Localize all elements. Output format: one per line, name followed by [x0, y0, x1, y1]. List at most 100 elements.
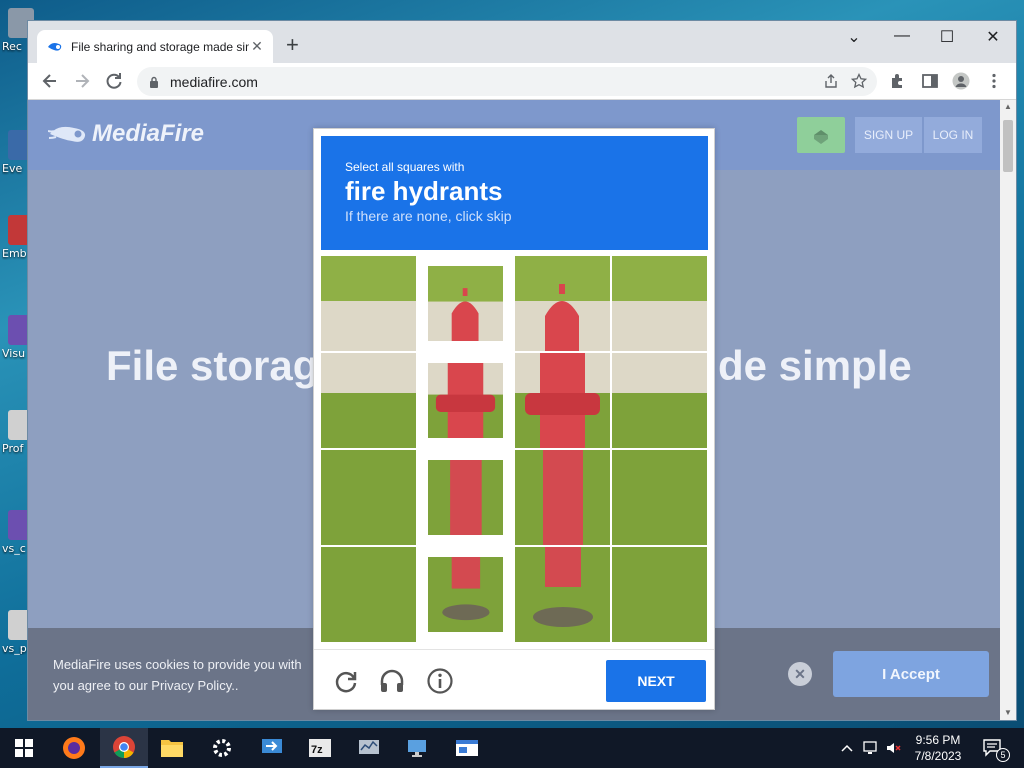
captcha-tile[interactable]: [321, 256, 416, 351]
computer-taskbar-item[interactable]: [394, 728, 442, 768]
bookmark-star-icon[interactable]: [851, 73, 867, 89]
tab-mediafire[interactable]: File sharing and storage made simple ✕: [37, 30, 273, 63]
captcha-tile-image: [428, 363, 503, 438]
captcha-tile-selected[interactable]: [418, 353, 513, 448]
new-tab-button[interactable]: +: [286, 32, 299, 58]
captcha-tile-image: [515, 547, 610, 642]
upload-button[interactable]: [797, 117, 845, 153]
windows-taskbar: 7z 9:56 PM 7/8/2023 5: [0, 728, 1024, 768]
extensions-icon[interactable]: [889, 72, 907, 90]
maximize-button[interactable]: ☐: [924, 27, 970, 47]
mediafire-flame-icon: [48, 126, 86, 142]
network-monitor-taskbar-item[interactable]: [345, 728, 393, 768]
tab-title: File sharing and storage made simple: [71, 39, 249, 54]
captcha-tile[interactable]: [515, 353, 610, 448]
captcha-tile[interactable]: [515, 450, 610, 545]
captcha-tile[interactable]: [321, 450, 416, 545]
info-icon[interactable]: [426, 667, 454, 695]
settings-gear-icon: [213, 739, 231, 757]
file-explorer-icon: [161, 740, 183, 757]
captcha-tile-selected[interactable]: [418, 450, 513, 545]
captcha-tile-image: [612, 353, 707, 448]
captcha-tile[interactable]: [612, 256, 707, 351]
hero-heading-left: File storag: [106, 342, 319, 389]
remote-desktop-taskbar-item[interactable]: [248, 728, 296, 768]
lock-icon: [150, 76, 158, 88]
captcha-tile-image: [321, 547, 416, 642]
reload-icon[interactable]: [104, 71, 124, 91]
scroll-down-icon[interactable]: ▼: [1000, 706, 1016, 720]
minimize-button[interactable]: —: [879, 27, 925, 45]
captcha-tile-image: [428, 266, 503, 341]
cookie-text: MediaFire uses cookies to provide you wi…: [53, 657, 302, 693]
7zip-icon: 7z: [309, 739, 331, 757]
share-icon[interactable]: [823, 73, 839, 89]
hero-heading-right: de simple: [718, 342, 912, 389]
clock-time: 9:56 PM: [915, 733, 961, 747]
cookie-accept-button[interactable]: I Accept: [833, 651, 989, 697]
captcha-tile[interactable]: [612, 450, 707, 545]
volume-muted-icon[interactable]: [885, 740, 903, 756]
captcha-hint: If there are none, click skip: [345, 208, 512, 224]
7zip-taskbar-item[interactable]: 7z: [296, 728, 344, 768]
firefox-icon: [63, 737, 85, 759]
notification-count-badge: 5: [996, 748, 1010, 762]
captcha-tile-image: [612, 256, 707, 351]
network-icon[interactable]: [862, 740, 880, 756]
mediafire-logo[interactable]: MediaFire: [48, 120, 204, 148]
sign-up-button[interactable]: SIGN UP: [855, 117, 922, 153]
page-scrollbar[interactable]: ▲ ▼: [1000, 100, 1016, 720]
log-in-button[interactable]: LOG IN: [924, 117, 982, 153]
captcha-tile-image: [515, 450, 610, 545]
notification-center-button[interactable]: 5: [982, 738, 1010, 762]
firefox-taskbar-item[interactable]: [50, 728, 98, 768]
captcha-tile[interactable]: [321, 547, 416, 642]
settings-taskbar-item[interactable]: [198, 728, 246, 768]
audio-challenge-icon[interactable]: [378, 667, 406, 695]
upload-icon: [814, 130, 828, 144]
captcha-tile[interactable]: [515, 547, 610, 642]
recaptcha-challenge: Select all squares with fire hydrants If…: [313, 128, 715, 710]
tab-search-icon[interactable]: ⌄: [831, 27, 877, 47]
captcha-tile-image: [515, 353, 610, 448]
chrome-taskbar-item[interactable]: [100, 728, 148, 768]
captcha-tile-selected[interactable]: [418, 256, 513, 351]
system-clock[interactable]: 9:56 PM 7/8/2023: [908, 732, 968, 764]
captcha-tile-image: [612, 547, 707, 642]
cookie-close-button[interactable]: ✕: [788, 662, 812, 686]
address-bar[interactable]: mediafire.com: [137, 67, 877, 96]
network-monitor-icon: [359, 740, 379, 754]
captcha-tile[interactable]: [612, 547, 707, 642]
forward-icon[interactable]: [72, 71, 92, 91]
browser-toolbar: mediafire.com: [28, 63, 1016, 100]
file-explorer-taskbar-item[interactable]: [148, 728, 196, 768]
captcha-tile[interactable]: [612, 353, 707, 448]
captcha-tile[interactable]: [515, 256, 610, 351]
scroll-up-icon[interactable]: ▲: [1000, 100, 1016, 114]
reload-challenge-icon[interactable]: [332, 667, 360, 695]
close-window-button[interactable]: ✕: [970, 27, 1016, 47]
side-panel-icon[interactable]: [921, 72, 939, 90]
windows-logo-icon: [15, 739, 33, 757]
show-hidden-icons-icon[interactable]: [840, 740, 854, 756]
menu-icon[interactable]: [985, 72, 1003, 90]
start-button[interactable]: [0, 728, 48, 768]
computer-icon: [408, 740, 426, 757]
remote-desktop-icon: [262, 739, 282, 753]
tab-close-icon[interactable]: ✕: [249, 38, 265, 55]
url-text: mediafire.com: [170, 73, 258, 90]
captcha-tile-image: [428, 460, 503, 535]
tab-bar: File sharing and storage made simple ✕ +…: [28, 21, 1016, 63]
app-window-taskbar-item[interactable]: [443, 728, 491, 768]
back-icon[interactable]: [40, 71, 60, 91]
captcha-tile[interactable]: [321, 353, 416, 448]
svg-text:7z: 7z: [311, 744, 323, 756]
mediafire-favicon: [48, 42, 62, 51]
scroll-thumb[interactable]: [1003, 120, 1013, 172]
next-button[interactable]: NEXT: [606, 660, 706, 702]
captcha-tile-selected[interactable]: [418, 547, 513, 642]
captcha-tile-image: [321, 450, 416, 545]
profile-avatar-icon[interactable]: [952, 72, 970, 90]
captcha-footer: NEXT: [314, 649, 714, 709]
app-window-icon: [456, 740, 478, 756]
